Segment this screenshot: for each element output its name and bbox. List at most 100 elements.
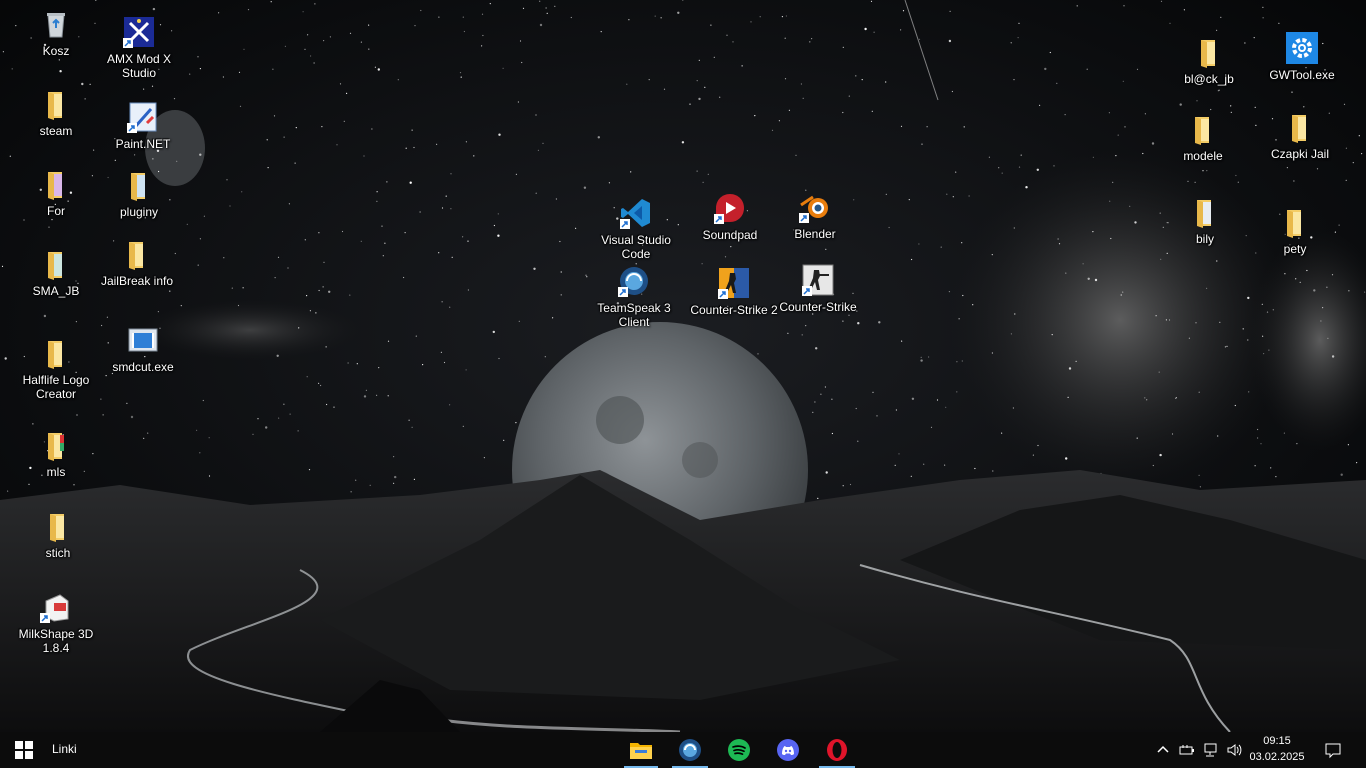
star [1165,319,1167,321]
star [560,294,562,296]
taskbar-teamspeak[interactable] [668,732,712,768]
star [1159,453,1162,457]
folder-pety-label: pety [1283,242,1307,256]
network-icon[interactable] [1202,741,1220,759]
paint-net-shortcut[interactable]: Paint.NET [95,101,191,151]
star [382,255,384,257]
star [270,1,272,3]
recycle-bin-icon-item[interactable]: Kosz [8,8,104,58]
paint-net-label: Paint.NET [115,137,171,151]
folder-modele[interactable]: modele [1155,113,1251,163]
star [450,208,452,210]
star [226,179,228,181]
taskbar-file-explorer[interactable] [620,732,662,768]
star [318,289,320,292]
star [918,243,920,245]
folder-bily[interactable]: bily [1157,196,1253,246]
star [1348,290,1350,292]
gwtool-exe[interactable]: GWTool.exe [1254,32,1350,82]
teamspeak-shortcut[interactable]: TeamSpeak 3 Client [582,265,686,329]
folder-mls[interactable]: mls [8,429,104,479]
star [824,386,827,388]
star [710,24,712,26]
folder-jailbreak-info[interactable]: JailBreak info [89,238,185,288]
vscode-shortcut[interactable]: Visual Studio Code [588,197,684,261]
star [411,426,413,428]
milkshape-3d-shortcut[interactable]: MilkShape 3D 1.8.4 [8,591,104,655]
star [861,79,863,81]
star [43,314,47,318]
star [341,230,344,233]
star [306,376,308,378]
star [238,71,241,73]
star [1206,170,1208,172]
folder-pluginy[interactable]: pluginy [91,169,187,219]
battery-icon[interactable] [1178,741,1196,759]
star [958,318,960,320]
star [857,440,859,442]
star [802,97,804,99]
folder-blck-jb[interactable]: bl@ck_jb [1161,36,1257,86]
soundpad-shortcut[interactable]: Soundpad [682,192,778,242]
star [1218,89,1220,91]
smdcut-exe[interactable]: smdcut.exe [95,324,191,374]
star [497,213,499,215]
amx-mod-x-studio-shortcut[interactable]: AMX Mod X Studio [91,16,187,80]
taskbar-spotify[interactable] [718,732,760,768]
folder-steam[interactable]: steam [8,88,104,138]
star [1049,51,1051,54]
counter-strike-shortcut[interactable]: Counter-Strike [770,264,866,314]
star [901,340,903,342]
show-hidden-icons-chevron-icon[interactable] [1154,741,1172,759]
taskbar-clock[interactable]: 09:15 03.02.2025 [1246,733,1308,765]
star [310,55,312,57]
star [1226,345,1228,347]
star [936,399,939,401]
star [842,485,844,487]
cs2-label: Counter-Strike 2 [690,303,778,317]
star [1284,273,1286,275]
star [724,256,727,258]
folder-pety[interactable]: pety [1247,206,1343,256]
star [575,227,577,229]
star [1075,360,1077,362]
star [1013,227,1015,229]
star [1058,243,1061,245]
star [1331,355,1335,358]
taskbar-discord[interactable] [766,732,810,768]
star [1109,200,1111,202]
star [384,242,386,244]
star [463,30,465,33]
star [732,41,734,43]
star [600,31,602,33]
action-center-notification-icon[interactable] [1324,741,1342,759]
star [707,173,709,175]
blender-shortcut[interactable]: Blender [767,191,863,241]
star [1108,112,1110,114]
star [443,361,446,364]
star [1364,291,1366,293]
folder-icon [121,238,153,270]
taskbar-opera[interactable] [815,732,859,768]
folder-for[interactable]: For [8,168,104,218]
counter-strike-2-shortcut[interactable]: Counter-Strike 2 [686,267,782,317]
folder-halflife-logo-creator[interactable]: Halflife Logo Creator [8,337,104,401]
folder-czapki-jail[interactable]: Czapki Jail [1252,111,1348,161]
star [630,171,632,173]
taskbar: Linki 09:15 03.02.2025 [0,732,1366,768]
vscode-label: Visual Studio Code [601,233,671,261]
star [801,334,803,336]
star [1086,68,1088,70]
star [483,457,485,459]
star [314,3,316,5]
star [1136,68,1139,70]
star [151,85,154,87]
star [956,391,958,393]
folder-stich[interactable]: stich [10,510,106,560]
star [545,7,547,9]
star [535,114,537,116]
volume-icon[interactable] [1226,741,1244,759]
links-toolbar-label[interactable]: Linki [52,742,77,756]
start-button[interactable] [0,732,48,768]
windows-logo-icon [15,741,33,759]
